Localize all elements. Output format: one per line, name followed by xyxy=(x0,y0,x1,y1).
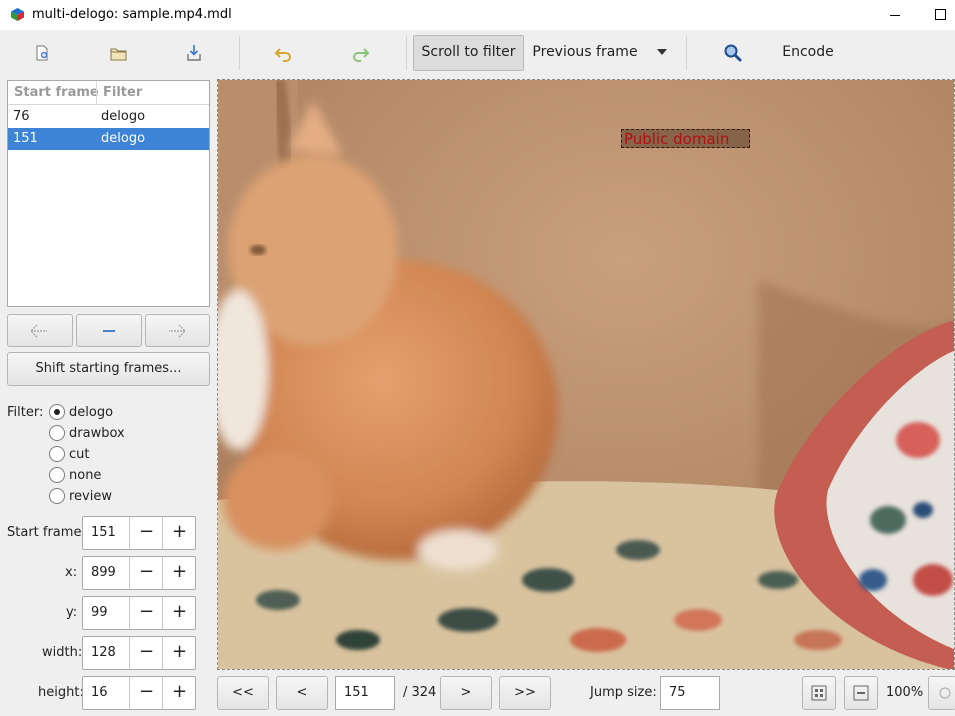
next-frame-button[interactable]: > xyxy=(440,676,492,710)
zoom-in-icon xyxy=(939,687,951,699)
frame-number-input[interactable]: 151 xyxy=(335,676,395,710)
increment-button[interactable]: + xyxy=(162,637,196,669)
next-filter-button[interactable] xyxy=(145,314,210,347)
table-header: Start frame Filter xyxy=(8,81,209,105)
row-filter: delogo xyxy=(101,109,146,124)
watermark-text: Public domain xyxy=(624,130,730,148)
zoom-in-button[interactable] xyxy=(928,676,955,710)
app-icon xyxy=(11,8,24,21)
arrow-right-icon xyxy=(169,324,186,338)
arrow-left-icon xyxy=(30,324,47,338)
jump-size-input[interactable]: 75 xyxy=(660,676,720,710)
row-start-frame: 151 xyxy=(13,131,38,146)
table-row[interactable]: 151 delogo xyxy=(8,128,209,150)
increment-button[interactable]: + xyxy=(162,517,196,549)
table-row[interactable]: 76 delogo xyxy=(8,106,209,128)
start-frame-value[interactable]: 151 xyxy=(91,525,116,540)
search-icon[interactable] xyxy=(718,40,746,66)
toolbar-separator xyxy=(406,36,407,70)
redo-icon[interactable] xyxy=(346,40,374,66)
previous-filter-button[interactable] xyxy=(7,314,73,347)
start-frame-label: Start frame: xyxy=(7,525,86,540)
width-value[interactable]: 128 xyxy=(91,645,116,660)
shift-starting-frames-button[interactable]: Shift starting frames... xyxy=(7,352,210,386)
column-header-start-frame[interactable]: Start frame xyxy=(14,85,99,100)
video-image xyxy=(218,80,954,669)
chevron-down-icon[interactable] xyxy=(657,49,667,55)
decrement-button[interactable]: − xyxy=(129,637,163,669)
zoom-level: 100% xyxy=(886,685,924,700)
jump-size-label: Jump size: xyxy=(590,685,657,700)
radio-label-review[interactable]: review xyxy=(69,489,112,504)
title-bar: multi-delogo: sample.mp4.mdl xyxy=(0,0,955,30)
toolbar: Scroll to filter Previous frame Encode xyxy=(0,30,955,76)
zoom-out-button[interactable] xyxy=(844,676,878,710)
x-value[interactable]: 899 xyxy=(91,565,116,580)
frame-number-value[interactable]: 151 xyxy=(344,685,369,700)
toolbar-separator xyxy=(239,36,240,70)
column-header-filter[interactable]: Filter xyxy=(103,85,142,100)
height-stepper[interactable]: 16 − + xyxy=(82,676,196,710)
minus-icon xyxy=(103,330,115,332)
radio-label-cut[interactable]: cut xyxy=(69,447,89,462)
zoom-fit-icon xyxy=(811,685,827,701)
increment-button[interactable]: + xyxy=(162,597,196,629)
height-label: height: xyxy=(38,685,84,700)
scroll-to-filter-button[interactable]: Scroll to filter xyxy=(413,35,524,71)
zoom-fit-button[interactable] xyxy=(802,676,836,710)
filter-label: Filter: xyxy=(7,405,44,420)
radio-drawbox[interactable] xyxy=(49,425,65,441)
last-frame-button[interactable]: >> xyxy=(499,676,551,710)
height-value[interactable]: 16 xyxy=(91,685,108,700)
filter-table: Start frame Filter 76 delogo 151 delogo xyxy=(7,80,210,307)
prev-frame-button[interactable]: < xyxy=(276,676,328,710)
decrement-button[interactable]: − xyxy=(129,517,163,549)
increment-button[interactable]: + xyxy=(162,677,196,709)
decrement-button[interactable]: − xyxy=(129,597,163,629)
minimize-button[interactable] xyxy=(872,0,918,30)
radio-label-delogo[interactable]: delogo xyxy=(69,405,113,420)
remove-filter-button[interactable] xyxy=(76,314,142,347)
maximize-button[interactable] xyxy=(917,0,955,30)
y-stepper[interactable]: 99 − + xyxy=(82,596,196,630)
radio-none[interactable] xyxy=(49,467,65,483)
radio-label-none[interactable]: none xyxy=(69,468,101,483)
radio-review[interactable] xyxy=(49,488,65,504)
zoom-out-icon xyxy=(853,685,869,701)
new-file-icon[interactable] xyxy=(28,40,56,66)
jump-size-value[interactable]: 75 xyxy=(669,685,686,700)
width-label: width: xyxy=(42,645,83,660)
start-frame-stepper[interactable]: 151 − + xyxy=(82,516,196,550)
y-value[interactable]: 99 xyxy=(91,605,108,620)
radio-delogo[interactable] xyxy=(49,404,65,420)
previous-frame-button[interactable]: Previous frame xyxy=(530,35,640,69)
width-stepper[interactable]: 128 − + xyxy=(82,636,196,670)
radio-label-drawbox[interactable]: drawbox xyxy=(69,426,125,441)
row-filter: delogo xyxy=(101,131,146,146)
encode-button[interactable]: Encode xyxy=(775,35,841,69)
increment-button[interactable]: + xyxy=(162,557,196,589)
video-frame[interactable]: Public domain xyxy=(217,79,955,670)
x-label: x: xyxy=(65,565,78,580)
watermark-box[interactable]: Public domain xyxy=(621,129,750,148)
y-label: y: xyxy=(66,605,78,620)
save-icon[interactable] xyxy=(180,40,208,66)
x-stepper[interactable]: 899 − + xyxy=(82,556,196,590)
window-title: multi-delogo: sample.mp4.mdl xyxy=(32,7,232,22)
toolbar-separator xyxy=(686,36,687,70)
total-frames: / 324 xyxy=(403,685,437,700)
first-frame-button[interactable]: << xyxy=(217,676,269,710)
open-folder-icon[interactable] xyxy=(104,40,132,66)
radio-cut[interactable] xyxy=(49,446,65,462)
decrement-button[interactable]: − xyxy=(129,557,163,589)
column-divider[interactable] xyxy=(96,81,97,104)
row-start-frame: 76 xyxy=(13,109,30,124)
undo-icon[interactable] xyxy=(270,40,298,66)
decrement-button[interactable]: − xyxy=(129,677,163,709)
